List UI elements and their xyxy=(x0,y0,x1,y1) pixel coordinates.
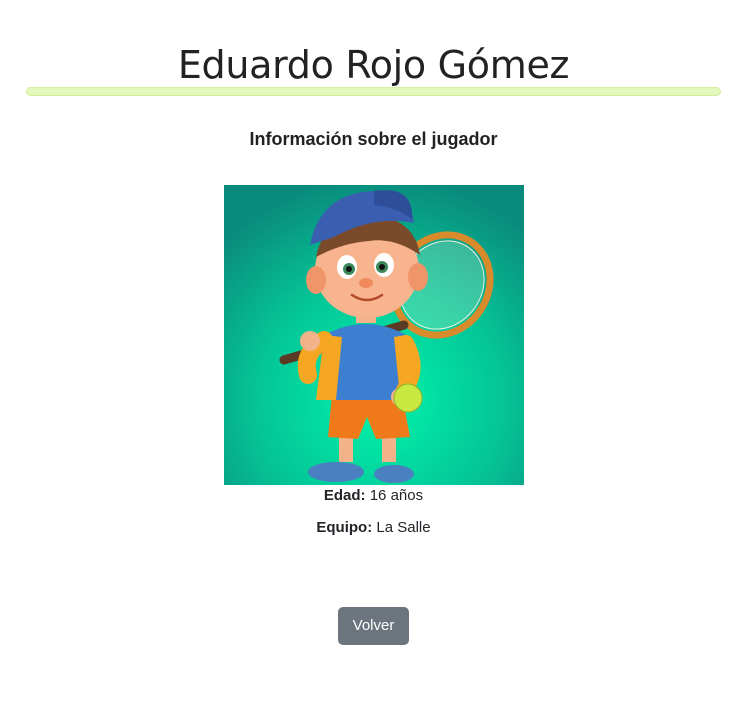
player-team: Equipo: La Salle xyxy=(0,519,747,536)
age-value: 16 años xyxy=(369,487,424,504)
back-button[interactable]: Volver xyxy=(338,607,409,645)
player-age: Edad: 16 años xyxy=(0,487,747,504)
section-subtitle: Información sobre el jugador xyxy=(249,128,498,149)
page-title: Eduardo Rojo Gómez xyxy=(177,43,570,88)
team-label: Equipo: xyxy=(316,519,373,536)
title-divider xyxy=(26,87,721,96)
team-value: La Salle xyxy=(376,519,431,536)
player-photo xyxy=(224,185,524,485)
age-label: Edad: xyxy=(323,487,366,504)
